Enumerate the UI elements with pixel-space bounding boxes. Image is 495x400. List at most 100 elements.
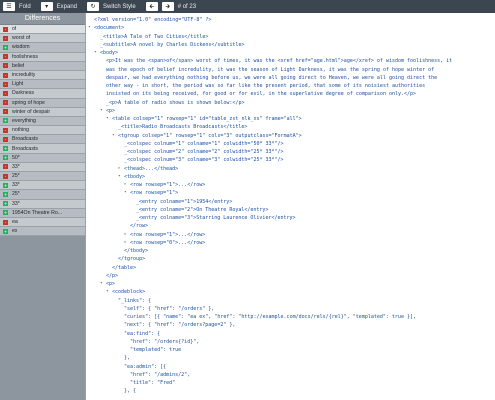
collapse-toggle-icon[interactable]: ▾ — [100, 107, 103, 115]
code-text: _<entry colname="2">On Theatre Royal</en… — [136, 206, 269, 213]
difference-item[interactable]: +25* — [0, 190, 85, 200]
code-line: _<colspec colnum="2" colname="2" colwidt… — [86, 148, 495, 156]
code-line: }, — [86, 354, 495, 362]
collapse-toggle-icon[interactable]: ▾ — [112, 132, 115, 140]
added-marker-icon: + — [3, 155, 8, 161]
difference-item[interactable]: -25* — [0, 172, 85, 182]
difference-item[interactable]: - ea — [0, 217, 85, 228]
collapse-toggle-icon[interactable]: ▾ — [100, 280, 103, 288]
difference-label: incredulity — [12, 72, 36, 79]
removed-marker-icon: - — [3, 136, 8, 142]
code-line: </tgroup> — [86, 255, 495, 263]
difference-label: of — [12, 26, 17, 33]
code-line: _<title>A Tale of Two Cities</title> — [86, 33, 495, 41]
difference-item[interactable]: +1954On Theatre Ro... — [0, 208, 85, 218]
added-marker-icon: + — [3, 228, 8, 234]
code-text: <tgroup colsep="1" rowsep="1" cols="3" o… — [118, 132, 302, 139]
expand-toggle-icon[interactable]: ▸ — [124, 181, 127, 189]
expand-button[interactable]: Expand — [57, 4, 77, 10]
code-line: "title": "Fred" — [86, 379, 495, 387]
code-line: _<colspec colnum="3" colname="3" colwidt… — [86, 156, 495, 164]
difference-label: belief — [12, 62, 25, 69]
code-text: <row rowsep="1">...</row> — [130, 231, 206, 238]
differences-list: - of - worst of + wisdom - foolishness - belief - i… — [0, 25, 85, 237]
code-line: ▸ <row rowsep="1">...</row> — [86, 231, 495, 239]
fold-dropdown-chevron-down-icon[interactable]: ▾ — [40, 2, 53, 11]
difference-item[interactable]: - spring of hope — [0, 98, 85, 108]
code-text: _<colspec colnum="1" colname="1" colwidt… — [124, 140, 284, 147]
code-text: "next": { "href": "/orders?page=2" }, — [124, 322, 236, 329]
collapse-toggle-icon[interactable]: ▾ — [118, 173, 121, 181]
code-text: despair, we had everything nothing befor… — [106, 74, 438, 81]
code-line: ▸ <row rowsep="1">...</row> — [86, 181, 495, 189]
code-text: _<colspec colnum="2" colname="2" colwidt… — [124, 149, 284, 155]
arrow-left-icon[interactable]: 🡰 — [145, 2, 158, 11]
difference-item[interactable]: - worst of — [0, 34, 85, 44]
code-line: other way - in short, the period was so … — [86, 82, 495, 90]
difference-item[interactable]: + Broadcasts — [0, 144, 85, 154]
difference-label: winter of despair — [12, 108, 51, 115]
difference-item[interactable]: - Broadcasts — [0, 135, 85, 145]
code-line: ▸ <row rowsep="0">...</row> — [86, 239, 495, 247]
fold-button[interactable]: Fold — [19, 4, 31, 10]
removed-marker-icon: - — [3, 72, 8, 78]
code-lines: <?xml version="1.0" encoding="UTF-8" ?> ▾… — [86, 13, 495, 396]
code-line: ▾ <p> — [86, 107, 495, 115]
collapse-toggle-icon[interactable]: ▾ — [106, 288, 109, 296]
difference-item[interactable]: +33* — [0, 181, 85, 191]
sidebar-title: Differences — [0, 13, 85, 25]
code-text: <body> — [100, 50, 119, 56]
difference-item[interactable]: + everything — [0, 116, 85, 127]
collapse-toggle-icon[interactable]: ▾ — [124, 189, 127, 197]
hamburger-icon[interactable]: ☰ — [3, 2, 15, 11]
difference-item[interactable]: - winter of despair — [0, 107, 85, 117]
difference-item[interactable]: - Light — [0, 80, 85, 90]
expand-toggle-icon[interactable]: ▸ — [118, 165, 121, 173]
code-text: _<subtitle>A novel by Charles Dickens</s… — [100, 41, 245, 48]
code-text: <p>It was the <span>of</span> worst of t… — [106, 58, 453, 65]
difference-item[interactable]: - incredulity — [0, 70, 85, 81]
code-line: "href": "/orders{?id}", — [86, 338, 495, 346]
difference-counter: # of 23 — [177, 3, 197, 10]
code-text: <row rowsep="0">...</row> — [130, 239, 206, 246]
code-text: _<title>Radio Broadcasts Broadcasts</tit… — [118, 124, 248, 131]
difference-item[interactable]: +50* — [0, 153, 85, 163]
switch-style-button[interactable]: Switch Style — [103, 4, 136, 10]
code-text: </tbody> — [124, 248, 149, 254]
code-text: <row rowsep="1"> — [130, 190, 179, 197]
code-text: _<colspec colnum="3" colname="3" colwidt… — [124, 157, 284, 164]
collapse-toggle-icon[interactable]: ▾ — [94, 49, 97, 57]
difference-item[interactable]: + ex — [0, 227, 85, 237]
difference-item[interactable]: - foolishness — [0, 52, 85, 62]
collapse-toggle-icon[interactable]: ▾ — [106, 115, 109, 123]
removed-marker-icon: - — [3, 127, 8, 133]
code-line: </table> — [86, 264, 495, 272]
xml-editor[interactable]: <?xml version="1.0" encoding="UTF-8" ?> ▾… — [85, 13, 495, 400]
difference-item[interactable]: - of — [0, 25, 85, 35]
arrow-right-icon[interactable]: 🡲 — [161, 2, 174, 11]
collapse-toggle-icon[interactable]: ▾ — [88, 24, 91, 32]
code-text: </p> — [106, 272, 119, 279]
code-line: _<colspec colnum="1" colname="1" colwidt… — [86, 140, 495, 148]
difference-item[interactable]: - Darkness — [0, 89, 85, 99]
refresh-icon[interactable]: ↻ — [87, 2, 100, 11]
code-text: <p> — [106, 107, 116, 114]
difference-item[interactable]: +33* — [0, 199, 85, 209]
difference-item[interactable]: - nothing — [0, 126, 85, 136]
difference-item[interactable]: -33* — [0, 162, 85, 172]
code-text: <document> — [94, 25, 125, 32]
code-line: _<subtitle>A novel by Charles Dickens</s… — [86, 41, 495, 49]
expand-toggle-icon[interactable]: ▸ — [124, 239, 127, 247]
difference-item[interactable]: + wisdom — [0, 43, 85, 53]
code-text: </row> — [130, 223, 149, 230]
removed-marker-icon: - — [3, 164, 8, 170]
code-line: _<entry colname="3">Starring Laurence Ol… — [86, 214, 495, 222]
difference-label: 33* — [12, 200, 20, 207]
added-marker-icon: + — [3, 146, 8, 152]
code-text: </table> — [112, 264, 137, 271]
difference-item[interactable]: - belief — [0, 61, 85, 71]
expand-toggle-icon[interactable]: ▸ — [124, 231, 127, 239]
difference-label: 25* — [12, 173, 20, 180]
code-text: <tbody> — [124, 173, 146, 180]
code-text: "templated": true — [130, 347, 182, 353]
